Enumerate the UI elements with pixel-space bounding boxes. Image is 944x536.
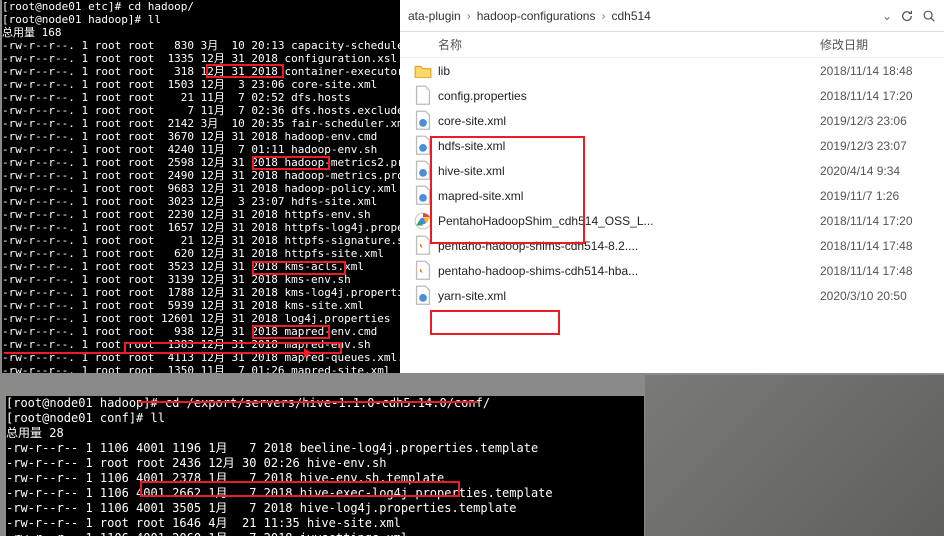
file-date: 2020/4/14 9:34 (820, 164, 900, 178)
file-row[interactable]: hdfs-site.xml2019/12/3 23:07 (400, 133, 944, 158)
file-date: 2018/11/14 17:20 (820, 214, 913, 228)
file-explorer: ata-plugin › hadoop-configurations › cdh… (400, 0, 944, 373)
file-name: config.properties (438, 89, 820, 103)
column-headers: 名称 修改日期 (400, 32, 944, 58)
xml-icon (414, 137, 432, 155)
jar-icon (414, 262, 432, 280)
chevron-right-icon: › (601, 9, 605, 23)
file-row[interactable]: pentaho-hadoop-shims-cdh514-8.2....2018/… (400, 233, 944, 258)
doc-icon (414, 87, 432, 105)
file-name: core-site.xml (438, 114, 820, 128)
header-name[interactable]: 名称 (400, 36, 820, 53)
file-name: lib (438, 64, 820, 78)
file-date: 2020/3/10 20:50 (820, 289, 907, 303)
file-row[interactable]: config.properties2018/11/14 17:20 (400, 83, 944, 108)
breadcrumb-item[interactable]: cdh514 (611, 9, 650, 23)
file-row[interactable]: hive-site.xml2020/4/14 9:34 (400, 158, 944, 183)
file-date: 2019/12/3 23:06 (820, 114, 907, 128)
chevron-down-icon[interactable]: ⌄ (882, 9, 892, 23)
file-name: hive-site.xml (438, 164, 820, 178)
file-date: 2018/11/14 17:48 (820, 239, 913, 253)
file-row[interactable]: lib2018/11/14 18:48 (400, 58, 944, 83)
file-name: yarn-site.xml (438, 289, 820, 303)
file-list: lib2018/11/14 18:48config.properties2018… (400, 58, 944, 308)
xml-icon (414, 287, 432, 305)
file-name: mapred-site.xml (438, 189, 820, 203)
search-icon[interactable] (922, 9, 936, 23)
folder-icon (414, 62, 432, 80)
refresh-icon[interactable] (900, 9, 914, 23)
breadcrumb-item[interactable]: hadoop-configurations (477, 9, 596, 23)
breadcrumb-item[interactable]: ata-plugin (408, 9, 461, 23)
xml-icon (414, 162, 432, 180)
background-texture (645, 375, 944, 536)
file-date: 2018/11/14 17:48 (820, 264, 913, 278)
file-name: hdfs-site.xml (438, 139, 820, 153)
file-name: pentaho-hadoop-shims-cdh514-8.2.... (438, 239, 820, 253)
breadcrumb: ata-plugin › hadoop-configurations › cdh… (400, 0, 944, 32)
xml-icon (414, 112, 432, 130)
file-name: pentaho-hadoop-shims-cdh514-hba... (438, 264, 820, 278)
annotation-underline (138, 401, 478, 403)
file-row[interactable]: core-site.xml2019/12/3 23:06 (400, 108, 944, 133)
file-date: 2019/12/3 23:07 (820, 139, 907, 153)
terminal-hive-conf[interactable]: [root@node01 hadoop]# cd /export/servers… (6, 396, 644, 536)
terminal-hadoop-etc[interactable]: [root@node01 etc]# cd hadoop/ [root@node… (2, 0, 400, 373)
file-row[interactable]: mapred-site.xml2019/11/7 1:26 (400, 183, 944, 208)
chevron-right-icon: › (467, 9, 471, 23)
jar-icon (414, 237, 432, 255)
file-date: 2018/11/14 18:48 (820, 64, 913, 78)
file-row[interactable]: PentahoHadoopShim_cdh514_OSS_L...2018/11… (400, 208, 944, 233)
xml-icon (414, 187, 432, 205)
annotation-arrow (4, 352, 304, 354)
file-row[interactable]: yarn-site.xml2020/3/10 20:50 (400, 283, 944, 308)
file-name: PentahoHadoopShim_cdh514_OSS_L... (438, 214, 820, 228)
header-date[interactable]: 修改日期 (820, 36, 944, 53)
file-row[interactable]: pentaho-hadoop-shims-cdh514-hba...2018/1… (400, 258, 944, 283)
file-date: 2019/11/7 1:26 (820, 189, 899, 203)
chrome-icon (414, 212, 432, 230)
file-date: 2018/11/14 17:20 (820, 89, 913, 103)
